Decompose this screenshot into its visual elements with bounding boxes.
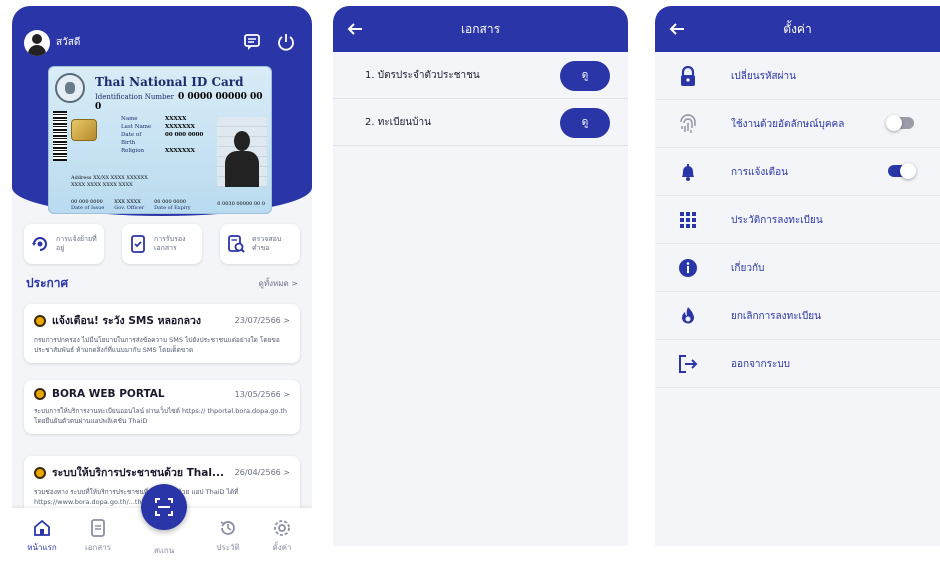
- address-move-icon: [32, 237, 47, 251]
- news-card[interactable]: แจ้งเตือน! ระวัง SMS หลอกลวง 23/07/2566 >…: [24, 304, 300, 363]
- nav-documents[interactable]: เอกสาร: [72, 518, 124, 554]
- greeting-text: สวัสดี: [56, 37, 81, 48]
- id-card[interactable]: Thai National ID Card Identification Num…: [48, 66, 272, 214]
- view-button[interactable]: ดู: [560, 61, 610, 91]
- list-item: 1. บัตรประจำตัวประชาชน ดู: [333, 52, 628, 99]
- page-title: ตั้งค่า: [783, 22, 812, 36]
- settings-item-logout[interactable]: ออกจากระบบ: [655, 340, 940, 388]
- card-id-row: Identification Number 0 0000 00000 00 0: [95, 92, 263, 112]
- home-screen: สวัสดี Thai National ID Card Identificat…: [12, 6, 312, 566]
- logout-icon: [679, 355, 698, 373]
- gear-icon: [274, 520, 290, 536]
- card-number: 0 0030 00000 00 0: [217, 201, 265, 207]
- info-icon: [679, 259, 697, 277]
- card-photo: [217, 117, 267, 187]
- barcode-icon: [53, 111, 67, 161]
- see-all-link[interactable]: ดูทั้งหมด >: [259, 277, 298, 290]
- document-icon: [91, 519, 105, 537]
- settings-app-bar: ตั้งค่า: [655, 6, 940, 52]
- home-icon: [34, 519, 50, 536]
- announcements-header: ประกาศ ดูทั้งหมด >: [26, 274, 298, 292]
- nav-history[interactable]: ประวัติ: [202, 518, 254, 554]
- list-item: 2. ทะเบียนบ้าน ดู: [333, 99, 628, 146]
- news-icon: [34, 314, 46, 327]
- request-check-icon: [228, 235, 245, 253]
- bottom-nav: หน้าแรก เอกสาร สแกน ประวัติ ตั้งค่า: [12, 484, 312, 566]
- document-certify-icon: [131, 235, 145, 253]
- flame-icon: [682, 307, 695, 324]
- notifications-toggle[interactable]: [888, 163, 916, 179]
- announcements-title: ประกาศ: [26, 276, 69, 290]
- settings-screen: ตั้งค่า เปลี่ยนรหัสผ่าน ใช้งานด้วยอัตลัก…: [655, 6, 940, 546]
- settings-item-notifications[interactable]: การแจ้งเตือน: [655, 148, 940, 196]
- grid-icon: [680, 212, 696, 228]
- history-icon: [220, 521, 235, 535]
- chat-icon[interactable]: [242, 32, 262, 52]
- power-icon[interactable]: [276, 32, 296, 52]
- card-fields: Name XXXXX Last Name XXXXXXX Date of Birth…: [121, 116, 204, 154]
- settings-item-registration-history[interactable]: ประวัติการลงทะเบียน: [655, 196, 940, 244]
- card-title: Thai National ID Card: [95, 75, 244, 89]
- settings-item-change-password[interactable]: เปลี่ยนรหัสผ่าน: [655, 52, 940, 100]
- settings-item-unregister[interactable]: ยกเลิกการลงทะเบียน: [655, 292, 940, 340]
- news-card[interactable]: BORA WEB PORTAL 13/05/2566 > ระบบการให้บร…: [24, 380, 300, 434]
- card-address: Address XX/XX XXXX XXXXXX XXXX XXXX XXXX…: [71, 175, 148, 188]
- card-dates: 00 000 0000 Date of Issue XXX XXXX Gov. Of…: [71, 199, 191, 211]
- page-title: เอกสาร: [460, 22, 501, 36]
- news-icon: [34, 466, 46, 479]
- request-check-button[interactable]: ตรวจสอบคำขอ: [220, 224, 300, 264]
- lock-icon: [681, 65, 695, 86]
- scan-button[interactable]: [141, 484, 187, 530]
- document-label: 1. บัตรประจำตัวประชาชน: [365, 70, 480, 81]
- nav-home[interactable]: หน้าแรก: [16, 518, 68, 554]
- document-certify-button[interactable]: การรับรองเอกสาร: [122, 224, 202, 264]
- bell-icon: [682, 164, 694, 181]
- settings-item-about[interactable]: เกี่ยวกับ: [655, 244, 940, 292]
- documents-app-bar: เอกสาร: [333, 6, 628, 52]
- address-move-button[interactable]: การแจ้งย้ายที่อยู่: [24, 224, 104, 264]
- nav-settings[interactable]: ตั้งค่า: [256, 518, 308, 554]
- documents-screen: เอกสาร 1. บัตรประจำตัวประชาชน ดู 2. ทะเบ…: [333, 6, 628, 546]
- document-label: 2. ทะเบียนบ้าน: [365, 117, 431, 128]
- home-top-bar: สวัสดี: [24, 28, 300, 58]
- scan-icon: [155, 498, 173, 516]
- chip-icon: [71, 119, 97, 141]
- news-icon: [34, 388, 46, 400]
- view-button[interactable]: ดู: [560, 108, 610, 138]
- scan-label: สแกน: [153, 546, 175, 555]
- garuda-seal-icon: [55, 73, 85, 103]
- quick-actions: การแจ้งย้ายที่อยู่ การรับรองเอกสาร ตรวจส…: [24, 224, 300, 264]
- fingerprint-icon: [680, 114, 696, 133]
- avatar[interactable]: [24, 30, 50, 56]
- biometric-toggle[interactable]: [886, 115, 914, 131]
- settings-item-biometric[interactable]: ใช้งานด้วยอัตลักษณ์บุคคล: [655, 100, 940, 148]
